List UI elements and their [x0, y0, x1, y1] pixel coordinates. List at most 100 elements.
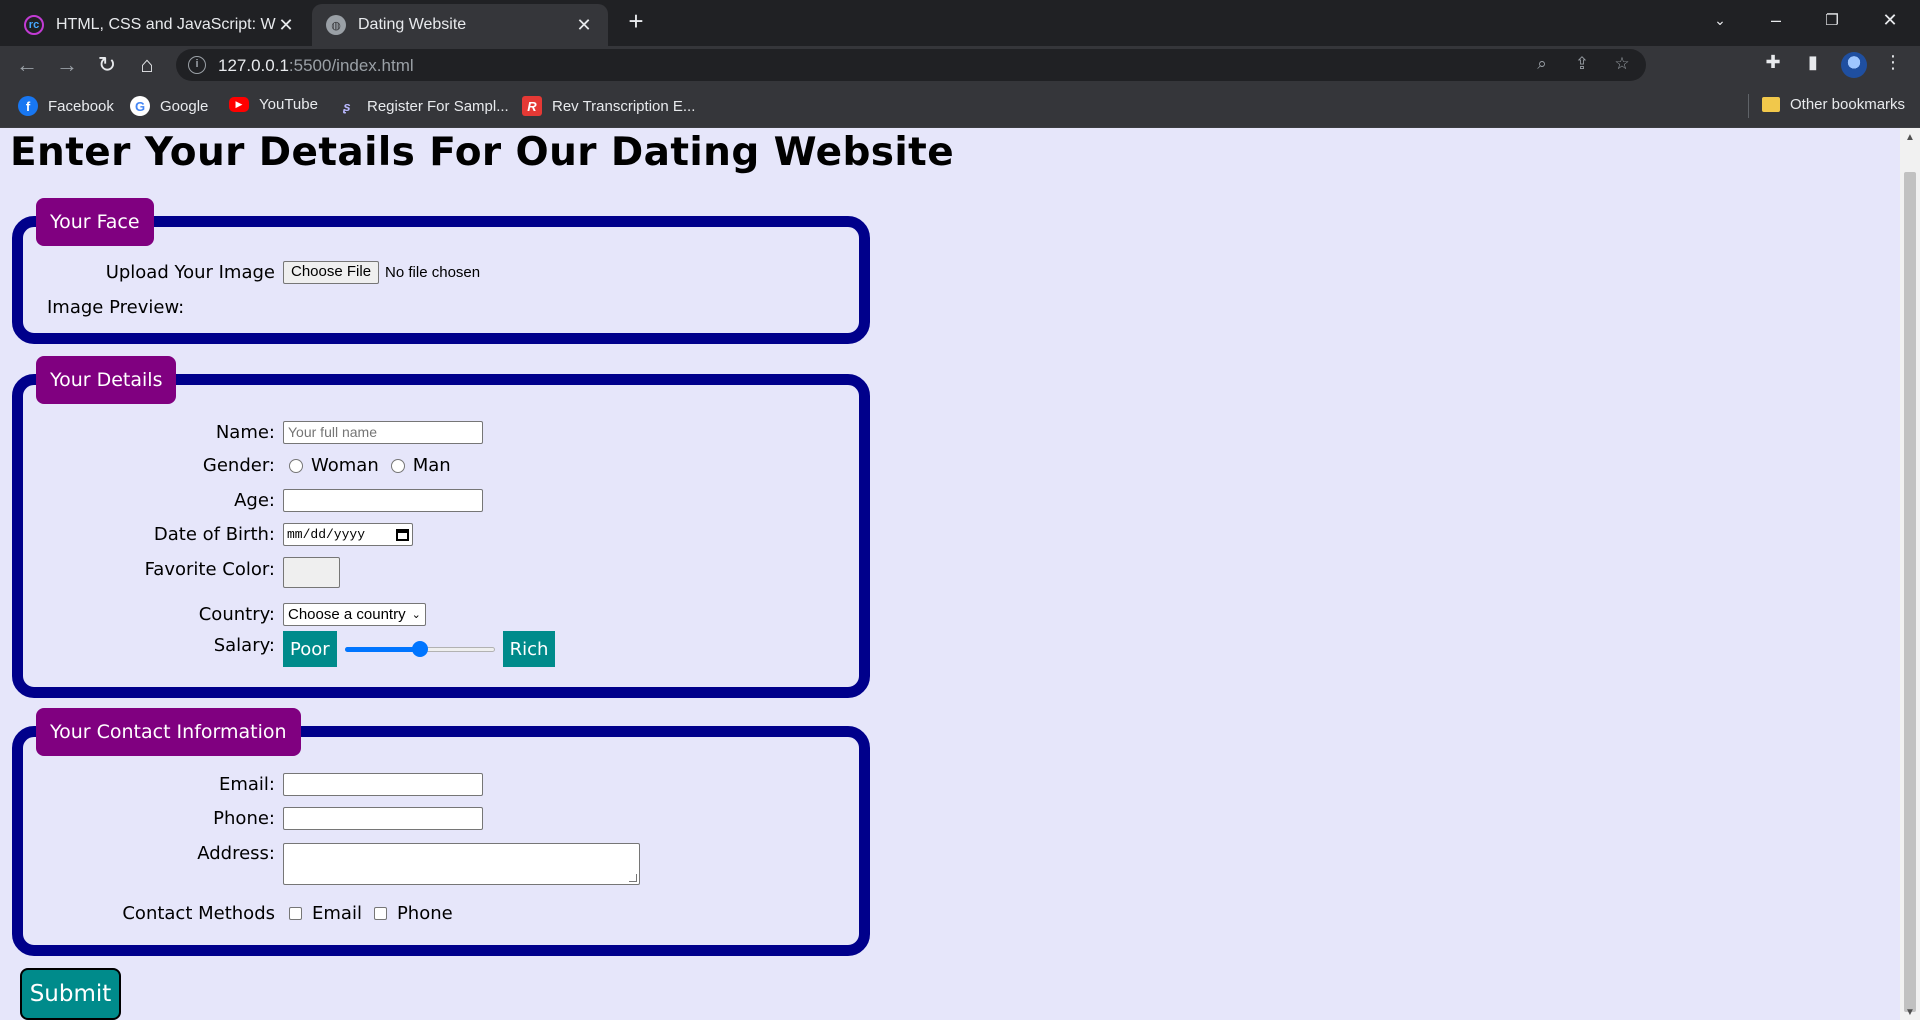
bookmark-star-icon[interactable]: ☆ — [1611, 54, 1633, 76]
dob-row: Date of Birth: mm/dd/yyyy — [23, 523, 863, 546]
upload-label: Upload Your Image — [105, 262, 275, 283]
dob-placeholder: mm/dd/yyyy — [287, 527, 366, 542]
age-label: Age: — [234, 490, 275, 511]
scroll-up-icon[interactable]: ▲ — [1900, 132, 1920, 143]
phone-checkbox-label: Phone — [396, 903, 453, 924]
address-textarea[interactable] — [283, 843, 640, 885]
menu-icon[interactable]: ⋮ — [1880, 52, 1906, 78]
tab-search-icon[interactable]: ⌄ — [1700, 0, 1740, 40]
url-text[interactable]: 127.0.0.1:5500/index.html — [218, 56, 414, 76]
color-row: Favorite Color: — [23, 557, 863, 588]
close-window-icon[interactable]: ✕ — [1870, 0, 1910, 40]
page-scrollbar[interactable]: ▲ ▼ — [1900, 128, 1920, 1020]
contact-methods-label: Contact Methods — [122, 903, 275, 924]
extensions-icon[interactable]: ✚ — [1760, 52, 1786, 78]
contact-fieldset: Email: Phone: Address: Contact Methods E… — [12, 726, 870, 956]
other-bookmarks[interactable]: Other bookmarks — [1762, 96, 1905, 113]
profile-avatar[interactable] — [1841, 52, 1867, 78]
rc-favicon-icon: rc — [24, 15, 44, 35]
email-label: Email: — [218, 774, 275, 795]
zoom-icon[interactable]: ⌕ — [1531, 54, 1553, 76]
name-input[interactable]: Your full name — [283, 421, 483, 444]
image-preview-label: Image Preview: — [47, 297, 185, 318]
contact-methods-row: Contact Methods Email Phone — [23, 903, 863, 924]
slider-thumb[interactable] — [411, 641, 428, 657]
share-icon[interactable]: ⇪ — [1571, 54, 1593, 76]
name-row: Name: Your full name — [23, 421, 863, 444]
gender-woman-label: Woman — [311, 455, 379, 476]
register-icon: ʂ — [343, 98, 351, 114]
salary-label: Salary: — [213, 635, 275, 656]
phone-checkbox[interactable] — [373, 907, 387, 920]
calendar-icon[interactable] — [396, 529, 409, 541]
choose-file-button[interactable]: Choose File — [283, 261, 380, 284]
url-host: 127.0.0.1 — [218, 56, 289, 75]
file-status: No file chosen — [385, 264, 481, 281]
legend-contact-info: Your Contact Information — [36, 708, 301, 756]
salary-poor-label: Poor — [283, 631, 337, 667]
phone-input[interactable] — [283, 807, 483, 830]
gender-man-label: Man — [412, 455, 451, 476]
folder-icon — [1762, 97, 1780, 112]
scroll-thumb[interactable] — [1904, 172, 1916, 1012]
bookmark-label: YouTube — [259, 96, 318, 113]
country-row: Country: Choose a country ⌄ — [23, 603, 863, 626]
country-select[interactable]: Choose a country ⌄ — [283, 603, 426, 626]
tab-dating-website[interactable]: ◍ Dating Website ✕ — [312, 4, 608, 46]
gender-label: Gender: — [202, 455, 275, 476]
bookmark-rev[interactable]: R Rev Transcription E... — [522, 96, 695, 116]
address-row: Address: — [23, 843, 863, 885]
close-tab-icon[interactable]: ✕ — [276, 15, 296, 36]
salary-rich-label: Rich — [502, 631, 556, 667]
bookmark-register[interactable]: ʂ Register For Sampl... — [337, 96, 509, 116]
slider-fill — [344, 647, 420, 652]
bookmarks-divider — [1748, 94, 1749, 118]
gender-man-radio[interactable] — [390, 458, 405, 473]
other-bookmarks-label: Other bookmarks — [1790, 96, 1906, 113]
address-label: Address: — [197, 843, 275, 864]
address-bar[interactable]: i 127.0.0.1:5500/index.html ⌕ ⇪ ☆ — [176, 49, 1646, 81]
bookmark-google[interactable]: G Google — [130, 96, 208, 116]
bookmark-youtube[interactable]: ▶ YouTube — [229, 96, 318, 113]
restore-icon[interactable]: ❐ — [1812, 0, 1852, 40]
salary-row: Salary: Poor Rich — [23, 631, 863, 667]
tab-title: HTML, CSS and JavaScript: Week — [56, 16, 276, 33]
favorite-color-picker[interactable] — [283, 557, 340, 588]
gender-woman-radio[interactable] — [289, 458, 303, 473]
resize-handle-icon[interactable] — [629, 874, 637, 882]
back-icon[interactable]: ← — [12, 50, 42, 80]
youtube-icon: ▶ — [229, 97, 249, 112]
bookmark-label: Google — [160, 97, 209, 115]
email-input[interactable] — [283, 773, 483, 796]
email-row: Email: — [23, 773, 863, 796]
reload-icon[interactable]: ↻ — [92, 50, 122, 80]
rev-icon: R — [522, 96, 542, 116]
color-label: Favorite Color: — [144, 559, 275, 580]
chevron-down-icon: ⌄ — [411, 609, 421, 621]
browser-toolbar: ← → ↻ ⌂ i 127.0.0.1:5500/index.html ⌕ ⇪ … — [0, 46, 1920, 84]
submit-button[interactable]: Submit — [20, 968, 121, 1020]
salary-slider[interactable] — [344, 641, 495, 657]
bookmark-label: Register For Sampl... — [367, 97, 509, 115]
minimize-icon[interactable]: – — [1756, 0, 1796, 40]
side-panel-icon[interactable]: ▮ — [1800, 52, 1826, 78]
home-icon[interactable]: ⌂ — [132, 50, 162, 80]
page-viewport: Enter Your Details For Our Dating Websit… — [0, 128, 1900, 1020]
forward-icon[interactable]: → — [52, 50, 82, 80]
dob-input[interactable]: mm/dd/yyyy — [283, 523, 413, 546]
gender-row: Gender: Woman Man — [23, 455, 863, 476]
new-tab-button[interactable]: + — [622, 8, 650, 36]
tab-week[interactable]: rc HTML, CSS and JavaScript: Week ✕ — [10, 4, 310, 46]
email-checkbox[interactable] — [289, 907, 302, 920]
dob-label: Date of Birth: — [153, 524, 275, 545]
scroll-down-icon[interactable]: ▼ — [1900, 1007, 1920, 1018]
close-tab-icon[interactable]: ✕ — [574, 15, 594, 36]
site-info-icon[interactable]: i — [188, 56, 206, 74]
legend-your-face: Your Face — [36, 198, 154, 246]
legend-your-details: Your Details — [36, 356, 177, 404]
upload-row: Upload Your Image Choose File No file ch… — [23, 261, 863, 284]
phone-label: Phone: — [213, 808, 275, 829]
tab-strip: rc HTML, CSS and JavaScript: Week ✕ ◍ Da… — [0, 0, 1920, 46]
bookmark-facebook[interactable]: f Facebook — [18, 96, 114, 116]
age-input[interactable] — [283, 489, 483, 512]
